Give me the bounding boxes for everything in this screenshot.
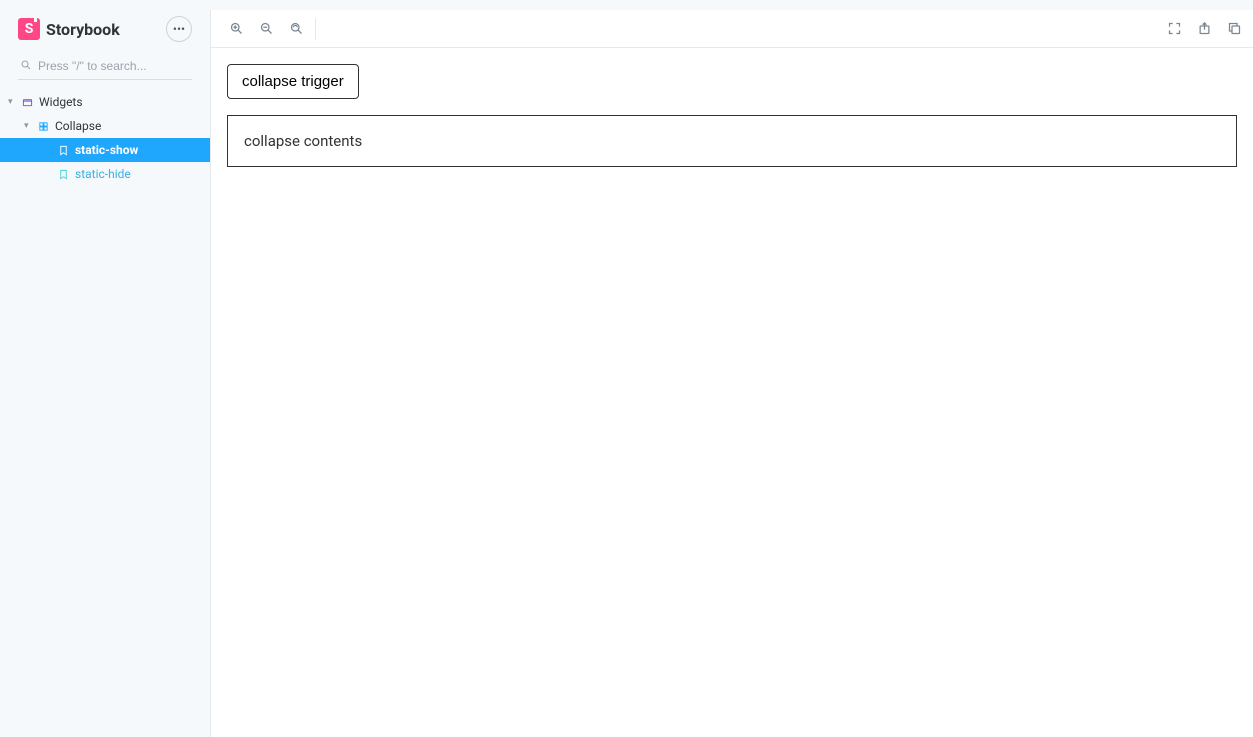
brand-name: Storybook: [46, 20, 120, 39]
search-field[interactable]: [18, 52, 192, 80]
fullscreen-button[interactable]: [1165, 20, 1183, 38]
folder-icon: [22, 97, 33, 108]
sidebar-header: S Storybook •••: [0, 12, 210, 52]
collapse-trigger-button[interactable]: collapse trigger: [227, 64, 359, 99]
storybook-logo-icon: S: [18, 18, 40, 40]
chevron-down-icon: ▾: [24, 121, 34, 131]
main-panel: collapse trigger collapse contents: [210, 10, 1253, 737]
zoom-out-button[interactable]: [257, 20, 275, 38]
tree-label: static-show: [75, 143, 138, 157]
sidebar: S Storybook ••• ▾ Widgets ▾ Colla: [0, 0, 210, 737]
tree-label: Collapse: [55, 119, 101, 133]
collapse-contents-panel: collapse contents: [227, 115, 1237, 167]
component-icon: [38, 121, 49, 132]
chevron-down-icon: ▾: [8, 97, 18, 107]
search-input[interactable]: [38, 59, 190, 73]
preview-toolbar: [211, 10, 1253, 48]
zoom-reset-button[interactable]: [287, 20, 305, 38]
tree-label: Widgets: [39, 95, 83, 109]
search-container: [0, 52, 210, 90]
copy-link-button[interactable]: [1225, 20, 1243, 38]
ellipsis-icon: •••: [173, 22, 185, 36]
brand-logo[interactable]: S Storybook: [18, 18, 120, 40]
story-tree: ▾ Widgets ▾ Collapse static-show: [0, 90, 210, 186]
tree-story-static-show[interactable]: static-show: [0, 138, 210, 162]
tree-story-static-hide[interactable]: static-hide: [0, 162, 210, 186]
preview-canvas: collapse trigger collapse contents: [211, 48, 1253, 737]
tree-folder-widgets[interactable]: ▾ Widgets: [0, 90, 210, 114]
toolbar-divider: [315, 18, 316, 40]
zoom-in-button[interactable]: [227, 20, 245, 38]
bookmark-icon: [58, 169, 69, 180]
tree-label: static-hide: [75, 167, 131, 181]
open-new-tab-button[interactable]: [1195, 20, 1213, 38]
sidebar-menu-button[interactable]: •••: [166, 16, 192, 42]
bookmark-icon: [58, 145, 69, 156]
tree-component-collapse[interactable]: ▾ Collapse: [0, 114, 210, 138]
search-icon: [20, 56, 32, 75]
